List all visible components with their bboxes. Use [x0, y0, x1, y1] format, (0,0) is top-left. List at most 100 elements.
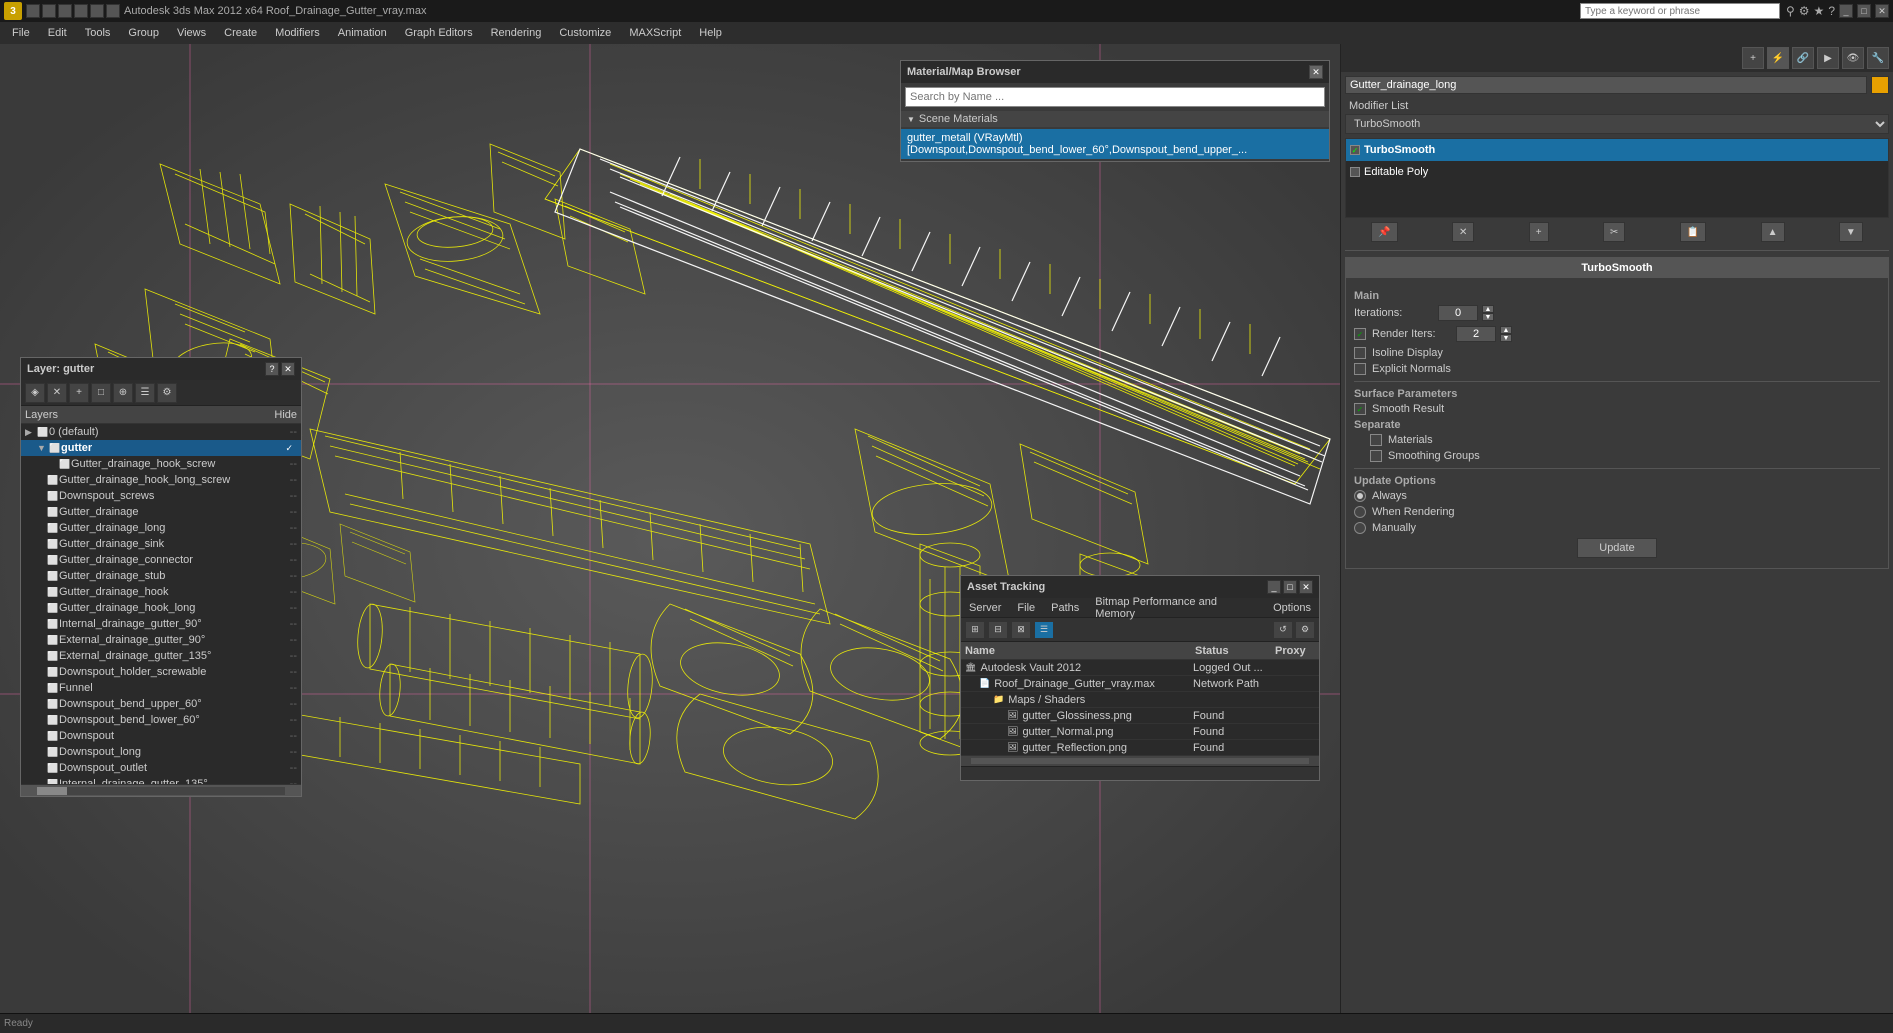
- mod-btn-copy[interactable]: 📋: [1680, 222, 1706, 242]
- asset-tbtn-settings[interactable]: ⚙: [1295, 621, 1315, 639]
- layer-row-gutter-drainage-sink[interactable]: ⬜ Gutter_drainage_sink --: [21, 536, 301, 552]
- menu-tools[interactable]: Tools: [77, 25, 119, 41]
- object-name-input[interactable]: [1345, 76, 1867, 94]
- mod-btn-move-down[interactable]: ▼: [1839, 222, 1863, 242]
- asset-tbtn-1[interactable]: ⊞: [965, 621, 985, 639]
- asset-menu-options[interactable]: Options: [1265, 598, 1319, 617]
- layer-row-downspout-screws[interactable]: ⬜ Downspout_screws --: [21, 488, 301, 504]
- layer-row-downspout-holder[interactable]: ⬜ Downspout_holder_screwable --: [21, 664, 301, 680]
- layer-row-0-default[interactable]: ▶ ⬜ 0 (default) --: [21, 424, 301, 440]
- tb-btn-4[interactable]: [74, 4, 88, 18]
- layer-row-internal-90[interactable]: ⬜ Internal_drainage_gutter_90° --: [21, 616, 301, 632]
- menu-maxscript[interactable]: MAXScript: [621, 25, 689, 41]
- menu-graph-editors[interactable]: Graph Editors: [397, 25, 481, 41]
- close-button[interactable]: ✕: [1875, 4, 1889, 18]
- object-color-swatch[interactable]: [1871, 76, 1889, 94]
- iterations-input[interactable]: [1438, 305, 1478, 321]
- layer-tbtn-settings[interactable]: ⚙: [157, 383, 177, 403]
- layer-row-external-90[interactable]: ⬜ External_drainage_gutter_90° --: [21, 632, 301, 648]
- layer-close-button[interactable]: ✕: [281, 362, 295, 376]
- layer-row-gutter[interactable]: ▼ ⬜ gutter ✓: [21, 440, 301, 456]
- tb-btn-1[interactable]: [26, 4, 40, 18]
- explicit-normals-checkbox[interactable]: [1354, 363, 1366, 375]
- asset-menu-file[interactable]: File: [1009, 598, 1043, 617]
- render-iters-spin-down[interactable]: ▼: [1500, 334, 1512, 342]
- asset-close-button[interactable]: ✕: [1299, 580, 1313, 594]
- layer-tbtn-properties[interactable]: ☰: [135, 383, 155, 403]
- menu-views[interactable]: Views: [169, 25, 214, 41]
- asset-minimize-button[interactable]: _: [1267, 580, 1281, 594]
- asset-row-maxfile[interactable]: 📄 Roof_Drainage_Gutter_vray.max Network …: [961, 676, 1319, 692]
- asset-row-normal[interactable]: 🖼 gutter_Normal.png Found: [961, 724, 1319, 740]
- render-iters-checkbox[interactable]: ✓: [1354, 328, 1366, 340]
- menu-rendering[interactable]: Rendering: [483, 25, 550, 41]
- materials-checkbox[interactable]: [1370, 434, 1382, 446]
- cmd-icon-utilities[interactable]: 🔧: [1867, 47, 1889, 69]
- restore-button[interactable]: □: [1857, 4, 1871, 18]
- menu-edit[interactable]: Edit: [40, 25, 75, 41]
- turbosmo-rollout-header[interactable]: TurboSmooth: [1346, 258, 1888, 278]
- cmd-icon-create[interactable]: +: [1742, 47, 1764, 69]
- settings-icon[interactable]: ⚙: [1799, 4, 1810, 18]
- menu-create[interactable]: Create: [216, 25, 265, 41]
- layer-tbtn-add-objects[interactable]: ⊕: [113, 383, 133, 403]
- menu-help[interactable]: Help: [691, 25, 730, 41]
- tb-btn-3[interactable]: [58, 4, 72, 18]
- modifier-checkbox-editablepoly[interactable]: [1350, 167, 1360, 177]
- modifier-item-turbosmooth[interactable]: ✓ TurboSmooth: [1346, 139, 1888, 161]
- manually-radio[interactable]: [1354, 522, 1366, 534]
- layer-row-internal-135[interactable]: ⬜ Internal_drainage_gutter_135° --: [21, 776, 301, 784]
- tb-btn-5[interactable]: [90, 4, 104, 18]
- material-item[interactable]: gutter_metall (VRayMtl) [Downspout,Downs…: [901, 129, 1329, 159]
- when-rendering-radio[interactable]: [1354, 506, 1366, 518]
- layer-tbtn-add[interactable]: +: [69, 383, 89, 403]
- layer-row-gutter-drainage[interactable]: ⬜ Gutter_drainage --: [21, 504, 301, 520]
- menu-file[interactable]: File: [4, 25, 38, 41]
- asset-menu-bitmap-perf[interactable]: Bitmap Performance and Memory: [1087, 598, 1265, 617]
- asset-row-vault[interactable]: 🏛 Autodesk Vault 2012 Logged Out ...: [961, 660, 1319, 676]
- render-iters-spin-up[interactable]: ▲: [1500, 326, 1512, 334]
- layer-row-external-135[interactable]: ⬜ External_drainage_gutter_135° --: [21, 648, 301, 664]
- layer-row-hook-long-screw[interactable]: ⬜ Gutter_drainage_hook_long_screw --: [21, 472, 301, 488]
- material-browser-close-button[interactable]: ✕: [1309, 65, 1323, 79]
- layer-row-gutter-drainage-long[interactable]: ⬜ Gutter_drainage_long --: [21, 520, 301, 536]
- layer-row-funnel[interactable]: ⬜ Funnel --: [21, 680, 301, 696]
- mod-btn-add[interactable]: +: [1529, 222, 1549, 242]
- search-icon[interactable]: ⚲: [1786, 4, 1795, 18]
- modifier-dropdown[interactable]: TurboSmooth Bend Twist: [1345, 114, 1889, 134]
- tb-btn-2[interactable]: [42, 4, 56, 18]
- mod-btn-cut[interactable]: ✂: [1603, 222, 1625, 242]
- asset-tbtn-4[interactable]: ☰: [1034, 621, 1054, 639]
- mod-btn-delete[interactable]: ✕: [1452, 222, 1474, 242]
- layer-row-downspout-long[interactable]: ⬜ Downspout_long --: [21, 744, 301, 760]
- layer-row-downspout-bend-lower[interactable]: ⬜ Downspout_bend_lower_60° --: [21, 712, 301, 728]
- scene-materials-header[interactable]: ▼ Scene Materials: [901, 111, 1329, 127]
- material-search-input[interactable]: [905, 87, 1325, 107]
- asset-row-glossiness[interactable]: 🖼 gutter_Glossiness.png Found: [961, 708, 1319, 724]
- minimize-button[interactable]: _: [1839, 4, 1853, 18]
- asset-row-reflection[interactable]: 🖼 gutter_Reflection.png Found: [961, 740, 1319, 756]
- asset-tbtn-2[interactable]: ⊟: [988, 621, 1008, 639]
- cmd-icon-modify[interactable]: ⚡: [1767, 47, 1789, 69]
- layer-row-downspout-outlet[interactable]: ⬜ Downspout_outlet --: [21, 760, 301, 776]
- tb-btn-6[interactable]: [106, 4, 120, 18]
- smooth-result-checkbox[interactable]: ✓: [1354, 403, 1366, 415]
- iterations-spin-down[interactable]: ▼: [1482, 313, 1494, 321]
- layer-row-downspout[interactable]: ⬜ Downspout --: [21, 728, 301, 744]
- asset-restore-button[interactable]: □: [1283, 580, 1297, 594]
- layer-tbtn-select-objects[interactable]: □: [91, 383, 111, 403]
- cmd-icon-motion[interactable]: ▶: [1817, 47, 1839, 69]
- asset-menu-paths[interactable]: Paths: [1043, 598, 1087, 617]
- layer-row-gutter-drainage-hook[interactable]: ⬜ Gutter_drainage_hook --: [21, 584, 301, 600]
- layer-row-hook-screw[interactable]: ⬜ Gutter_drainage_hook_screw --: [21, 456, 301, 472]
- mod-btn-pin[interactable]: 📌: [1371, 222, 1397, 242]
- render-iters-input[interactable]: [1456, 326, 1496, 342]
- search-input[interactable]: [1580, 3, 1780, 19]
- layer-row-gutter-drainage-stub[interactable]: ⬜ Gutter_drainage_stub --: [21, 568, 301, 584]
- asset-row-maps-shaders[interactable]: 📁 Maps / Shaders: [961, 692, 1319, 708]
- layer-row-gutter-drainage-hook-long[interactable]: ⬜ Gutter_drainage_hook_long --: [21, 600, 301, 616]
- mod-btn-move-up[interactable]: ▲: [1761, 222, 1785, 242]
- cmd-icon-hierarchy[interactable]: 🔗: [1792, 47, 1814, 69]
- layer-tbtn-select-highlight[interactable]: ◈: [25, 383, 45, 403]
- modifier-item-editablepoly[interactable]: Editable Poly: [1346, 161, 1888, 183]
